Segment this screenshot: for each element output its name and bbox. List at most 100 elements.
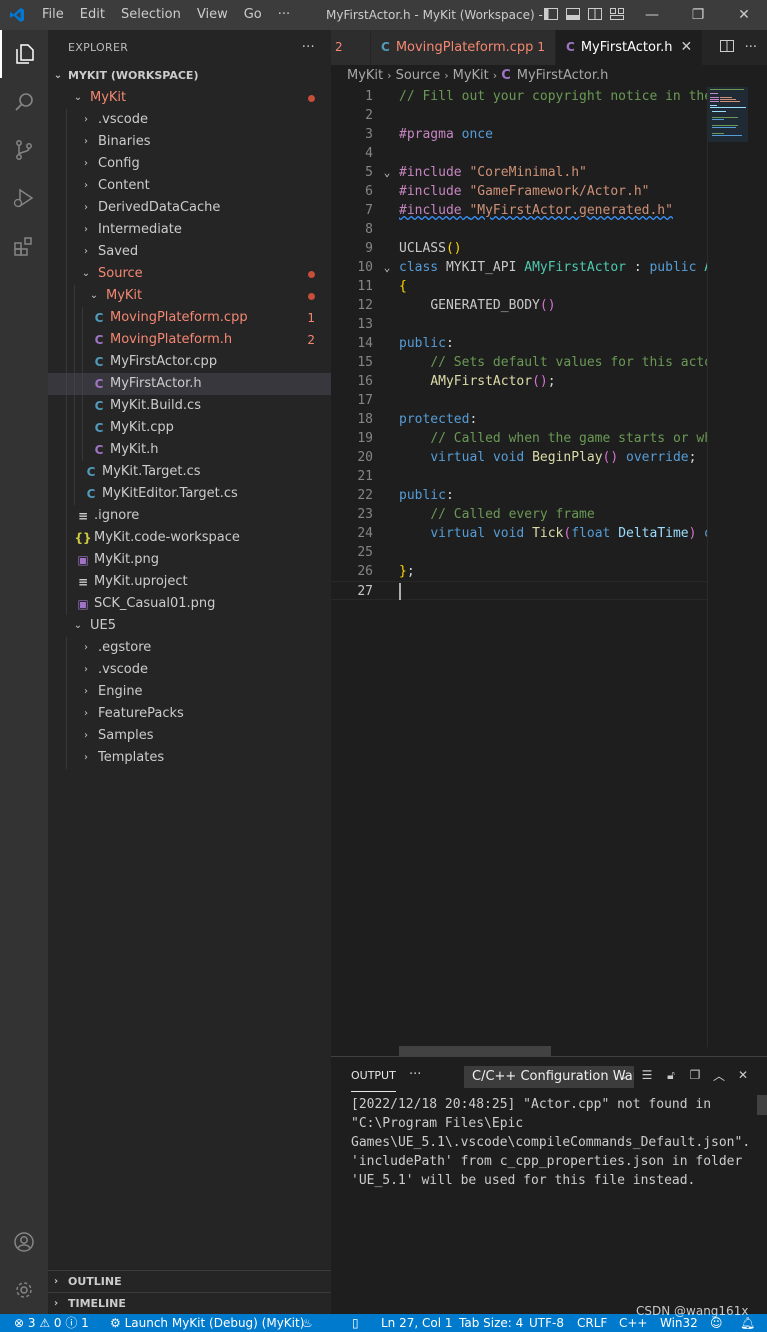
- tree-file[interactable]: C MyKit.cpp: [48, 417, 331, 439]
- code-line[interactable]: 16 AMyFirstActor();: [331, 372, 707, 391]
- code-line[interactable]: 8: [331, 220, 707, 239]
- code-line[interactable]: 11 {: [331, 277, 707, 296]
- tree-folder[interactable]: › Content: [48, 175, 331, 197]
- tree-file[interactable]: {} MyKit.code-workspace: [48, 527, 331, 549]
- code-line[interactable]: 5 ⌄ #include "CoreMinimal.h": [331, 163, 707, 182]
- tree-folder[interactable]: ⌄ UE5: [48, 615, 331, 637]
- code-editor[interactable]: 1 // Fill out your copyright notice in th…: [331, 87, 707, 1047]
- menu-view[interactable]: View: [189, 0, 236, 30]
- problems-status[interactable]: ⊗ 3 ⚠ 0 ⓘ 1: [14, 1314, 89, 1332]
- tab-editor[interactable]: C MovingPlateform.cpp 1: [371, 30, 557, 65]
- code-line[interactable]: 1 // Fill out your copyright notice in th…: [331, 87, 707, 106]
- code-line[interactable]: 13: [331, 315, 707, 334]
- clear-output-icon[interactable]: ☰: [639, 1067, 655, 1083]
- toggle-panel-icon[interactable]: [565, 6, 581, 22]
- tab-size[interactable]: Tab Size: 4: [459, 1314, 523, 1332]
- tree-file[interactable]: C MyKit.h: [48, 439, 331, 461]
- tree-folder[interactable]: › Engine: [48, 681, 331, 703]
- code-line[interactable]: 6 #include "GameFramework/Actor.h": [331, 182, 707, 201]
- breadcrumb-item[interactable]: Source: [396, 68, 441, 83]
- run-debug-icon[interactable]: [0, 174, 48, 222]
- tree-folder[interactable]: › Intermediate: [48, 219, 331, 241]
- code-line[interactable]: 14 public:: [331, 334, 707, 353]
- code-line[interactable]: 4: [331, 144, 707, 163]
- workspace-header[interactable]: ⌄ MYKIT (WORKSPACE): [48, 65, 331, 87]
- code-line[interactable]: 3 #pragma once: [331, 125, 707, 144]
- lock-scroll-icon[interactable]: 🔓︎: [663, 1067, 679, 1083]
- minimize-button[interactable]: —: [629, 0, 675, 30]
- explorer-more-actions-icon[interactable]: ···: [302, 30, 315, 65]
- tree-folder[interactable]: › DerivedDataCache: [48, 197, 331, 219]
- menu-selection[interactable]: Selection: [113, 0, 189, 30]
- close-window-button[interactable]: ✕: [721, 0, 767, 30]
- code-line[interactable]: 23 // Called every frame: [331, 505, 707, 524]
- manage-gear-icon[interactable]: [0, 1266, 48, 1314]
- menu-file[interactable]: File: [34, 0, 72, 30]
- tree-file[interactable]: ▣ SCK_Casual01.png: [48, 593, 331, 615]
- search-icon[interactable]: [0, 78, 48, 126]
- minimap[interactable]: [707, 87, 767, 1047]
- output-channel-select[interactable]: C/C++ Configuration Warnings ⌄: [464, 1066, 634, 1088]
- menu-go[interactable]: Go: [236, 0, 270, 30]
- maximize-panel-icon[interactable]: ︿: [711, 1067, 727, 1083]
- encoding[interactable]: UTF-8: [529, 1314, 564, 1332]
- panel-more-icon[interactable]: ···: [409, 1057, 421, 1092]
- code-line[interactable]: 7 #include "MyFirstActor.generated.h": [331, 201, 707, 220]
- fold-chevron-icon[interactable]: ⌄: [381, 163, 393, 182]
- tab-output[interactable]: OUTPUT: [351, 1057, 396, 1092]
- code-line[interactable]: 17: [331, 391, 707, 410]
- code-line[interactable]: 21: [331, 467, 707, 486]
- code-line[interactable]: 10 ⌄ class MYKIT_API AMyFirstActor : publi…: [331, 258, 707, 277]
- code-line[interactable]: 12 GENERATED_BODY(): [331, 296, 707, 315]
- tree-folder[interactable]: › Templates: [48, 747, 331, 769]
- tree-file[interactable]: C MyFirstActor.cpp: [48, 351, 331, 373]
- menu-edit[interactable]: Edit: [72, 0, 113, 30]
- split-editor-icon[interactable]: [719, 38, 735, 58]
- split-layout-icon[interactable]: [587, 6, 603, 22]
- tree-file[interactable]: ≡ .ignore: [48, 505, 331, 527]
- horizontal-scrollbar[interactable]: [399, 1046, 551, 1056]
- tree-folder[interactable]: ⌄ MyKit: [48, 87, 331, 109]
- tree-file[interactable]: ▣ MyKit.png: [48, 549, 331, 571]
- breadcrumb-item[interactable]: MyFirstActor.h: [517, 68, 609, 83]
- tree-file[interactable]: C MyKit.Target.cs: [48, 461, 331, 483]
- extensions-icon[interactable]: [0, 222, 48, 270]
- timeline-section[interactable]: › TIMELINE: [48, 1292, 331, 1314]
- code-line[interactable]: 18 protected:: [331, 410, 707, 429]
- restore-button[interactable]: ❐: [675, 0, 721, 30]
- code-line[interactable]: 27: [331, 581, 707, 600]
- menu-more[interactable]: ···: [270, 0, 298, 30]
- line-ending[interactable]: CRLF: [577, 1314, 607, 1332]
- file-icon[interactable]: ▯: [352, 1314, 359, 1332]
- tree-folder[interactable]: › .vscode: [48, 109, 331, 131]
- tree-folder[interactable]: ⌄ MyKit: [48, 285, 331, 307]
- code-line[interactable]: 9 UCLASS(): [331, 239, 707, 258]
- toggle-sidebar-icon[interactable]: [543, 6, 559, 22]
- code-line[interactable]: 24 virtual void Tick(float DeltaTime) ov…: [331, 524, 707, 543]
- fold-chevron-icon[interactable]: ⌄: [381, 258, 393, 277]
- tree-file[interactable]: C MovingPlateform.cpp 1: [48, 307, 331, 329]
- customize-layout-icon[interactable]: [609, 6, 625, 22]
- code-line[interactable]: 22 public:: [331, 486, 707, 505]
- close-tab-icon[interactable]: ✕: [681, 39, 693, 55]
- tab-active-editor[interactable]: C MyFirstActor.h ✕: [556, 30, 704, 65]
- tree-folder[interactable]: › FeaturePacks: [48, 703, 331, 725]
- flame-icon[interactable]: ♨: [302, 1314, 313, 1332]
- accounts-icon[interactable]: [0, 1218, 48, 1266]
- tree-folder[interactable]: › .egstore: [48, 637, 331, 659]
- outline-section[interactable]: › OUTLINE: [48, 1270, 331, 1292]
- tree-folder[interactable]: ⌄ Source: [48, 263, 331, 285]
- cursor-position[interactable]: Ln 27, Col 1: [381, 1314, 453, 1332]
- tree-file[interactable]: ≡ MyKit.uproject: [48, 571, 331, 593]
- breadcrumb-item[interactable]: MyKit: [347, 68, 383, 83]
- code-line[interactable]: 20 virtual void BeginPlay() override;: [331, 448, 707, 467]
- tab-editor[interactable]: 2: [331, 30, 371, 65]
- open-log-icon[interactable]: ❐: [687, 1067, 703, 1083]
- tree-file[interactable]: C MyKitEditor.Target.cs: [48, 483, 331, 505]
- tree-folder[interactable]: › Samples: [48, 725, 331, 747]
- explorer-icon[interactable]: [0, 30, 48, 78]
- editor-more-actions-icon[interactable]: ···: [745, 40, 757, 55]
- tree-file[interactable]: C MyKit.Build.cs: [48, 395, 331, 417]
- code-line[interactable]: 19 // Called when the game starts or whe…: [331, 429, 707, 448]
- breadcrumb-item[interactable]: MyKit: [453, 68, 489, 83]
